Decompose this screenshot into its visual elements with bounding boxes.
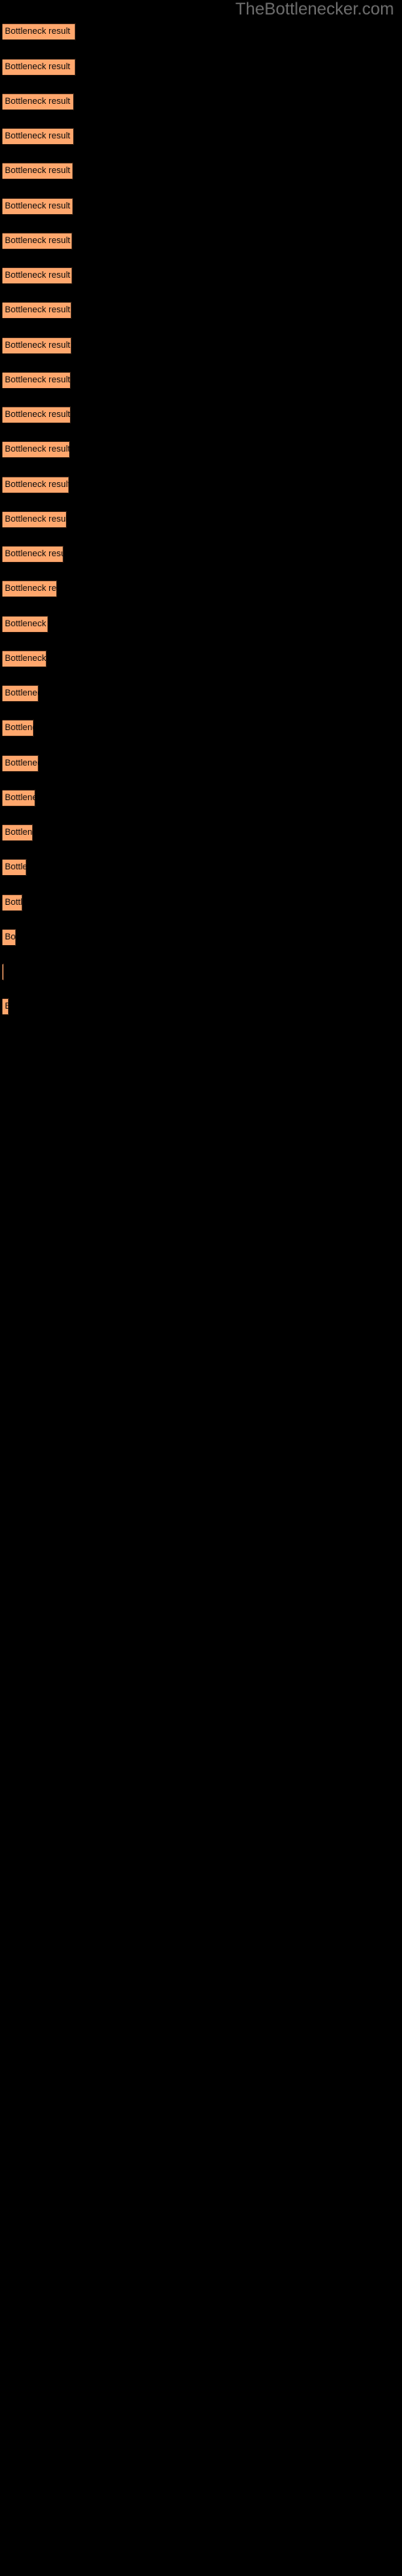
bar-row: Bottleneck result: [2, 824, 33, 841]
bar-row: Bottleneck result: [2, 233, 72, 250]
bar-clip: Bottleneck result: [2, 511, 67, 528]
bar[interactable]: [2, 650, 47, 667]
bar-row: Bottleneck result: [2, 163, 73, 180]
bar[interactable]: [2, 337, 72, 354]
bottleneck-chart-page: TheBottlenecker.com Bottleneck result Bot…: [0, 0, 402, 2576]
bar-clip: Bottleneck result: [2, 233, 72, 250]
bar-row: Bottleneck result: [2, 267, 72, 284]
bar-clip: Bottleneck result: [2, 824, 33, 841]
bar-clip: Bottleneck result: [2, 580, 57, 597]
bar-clip: Bottleneck result: [2, 685, 39, 702]
bar[interactable]: [2, 441, 70, 458]
bar-clip: Bottleneck result: [2, 964, 4, 980]
bar-clip: Bottleneck result: [2, 755, 39, 772]
bar[interactable]: [2, 720, 34, 737]
bar[interactable]: [2, 128, 74, 145]
bar[interactable]: [2, 372, 71, 389]
bar-row: Bottleneck result: [2, 372, 71, 389]
bar-clip: Bottleneck result: [2, 59, 76, 76]
bar-clip: Bottleneck result: [2, 894, 23, 911]
bar-clip: Bottleneck result: [2, 128, 74, 145]
bar[interactable]: [2, 964, 4, 980]
bar-clip: Bottleneck result: [2, 477, 69, 493]
bar-row: Bottleneck result: [2, 546, 64, 563]
bar[interactable]: [2, 59, 76, 76]
bar-row: Bottleneck result: [2, 407, 71, 423]
bar[interactable]: [2, 302, 72, 319]
bar-row: Bottleneck result: [2, 93, 74, 110]
bar-clip: Bottleneck result: [2, 859, 27, 876]
bar-row: Bottleneck result: [2, 59, 76, 76]
bar-row: Bottleneck result: [2, 302, 72, 319]
bar[interactable]: [2, 894, 23, 911]
bar-row: Bottleneck result: [2, 580, 57, 597]
bar-clip: Bottleneck result: [2, 650, 47, 667]
bar-clip: Bottleneck result: [2, 616, 48, 633]
bar-row: Bottleneck result: [2, 790, 35, 807]
bar-row: Bottleneck result: [2, 685, 39, 702]
bar[interactable]: [2, 546, 64, 563]
bar[interactable]: [2, 824, 33, 841]
bar[interactable]: [2, 407, 71, 423]
bar-clip: Bottleneck result: [2, 441, 70, 458]
bar-row: Bottleneck result: [2, 720, 34, 737]
bar-row: Bottleneck result: [2, 477, 69, 493]
bar-row: Bottleneck result: [2, 441, 70, 458]
bar[interactable]: [2, 685, 39, 702]
bar-clip: Bottleneck result: [2, 337, 72, 354]
bar-row: Bottleneck result: [2, 859, 27, 876]
bar-row: Bottleneck result: [2, 128, 74, 145]
bar-clip: Bottleneck result: [2, 407, 71, 423]
bar-clip: Bottleneck result: [2, 790, 35, 807]
bar-row: Bottleneck result: [2, 23, 76, 40]
bar-clip: Bottleneck result: [2, 198, 73, 215]
bar[interactable]: [2, 477, 69, 493]
bar-clip: Bottleneck result: [2, 302, 72, 319]
bar-row: Bottleneck result: [2, 616, 48, 633]
bar-row: Bottleneck result: [2, 964, 4, 980]
bar-clip: Bottleneck result: [2, 929, 16, 946]
bar[interactable]: [2, 790, 35, 807]
bar-clip: Bottleneck result: [2, 93, 74, 110]
bar-row: Bottleneck result: [2, 998, 9, 1015]
bar[interactable]: [2, 233, 72, 250]
bar-clip: Bottleneck result: [2, 267, 72, 284]
bar[interactable]: [2, 616, 48, 633]
bar[interactable]: [2, 929, 16, 946]
bar[interactable]: [2, 198, 73, 215]
bar[interactable]: [2, 163, 73, 180]
bar[interactable]: [2, 998, 9, 1015]
bar-row: Bottleneck result: [2, 929, 16, 946]
bar[interactable]: [2, 511, 67, 528]
bar-clip: Bottleneck result: [2, 23, 76, 40]
bar-row: Bottleneck result: [2, 511, 67, 528]
bar[interactable]: [2, 580, 57, 597]
bar-clip: Bottleneck result: [2, 546, 64, 563]
bar[interactable]: [2, 93, 74, 110]
bar-clip: Bottleneck result: [2, 163, 73, 180]
bar-clip: Bottleneck result: [2, 372, 71, 389]
bar-row: Bottleneck result: [2, 894, 23, 911]
bar[interactable]: [2, 23, 76, 40]
bar-row: Bottleneck result: [2, 198, 73, 215]
bar-row: Bottleneck result: [2, 337, 72, 354]
bar-row: Bottleneck result: [2, 650, 47, 667]
bar-row: Bottleneck result: [2, 755, 39, 772]
horizontal-bar-chart: Bottleneck result Bottleneck result Bottle…: [0, 0, 402, 2576]
bar-clip: Bottleneck result: [2, 998, 9, 1015]
bar[interactable]: [2, 267, 72, 284]
bar-clip: Bottleneck result: [2, 720, 34, 737]
bar[interactable]: [2, 755, 39, 772]
bar[interactable]: [2, 859, 27, 876]
